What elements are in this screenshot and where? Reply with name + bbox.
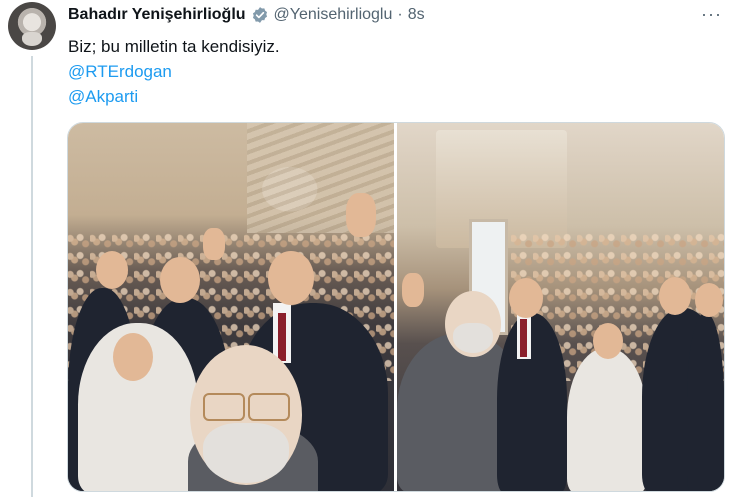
more-options-icon[interactable]: ··· [701, 4, 722, 25]
person-head [268, 251, 314, 305]
person-head [509, 278, 543, 318]
tweet-time[interactable]: 8s [408, 6, 425, 24]
thread-line [31, 56, 33, 497]
person-head [695, 283, 723, 317]
author-name[interactable]: Bahadır Yenişehirlioğlu [68, 6, 246, 24]
person-head [96, 251, 128, 289]
person-head [160, 257, 200, 303]
tweet[interactable]: Bahadır Yenişehirlioğlu @Yenisehirlioglu… [0, 0, 738, 497]
beard [203, 423, 289, 483]
glasses [248, 393, 290, 421]
person-figure [687, 313, 724, 491]
separator-dot: · [397, 6, 403, 23]
person-head [659, 277, 691, 315]
author-avatar[interactable] [8, 2, 56, 50]
beard [453, 323, 493, 353]
raised-hand [402, 273, 424, 307]
verified-badge-icon [251, 6, 269, 24]
raised-hand [203, 228, 225, 260]
tweet-text: Biz; bu milletin ta kendisiyiz. @RTErdog… [68, 34, 280, 109]
tie [278, 313, 286, 361]
mention-link[interactable]: @RTErdogan [68, 59, 280, 84]
raised-hand [346, 193, 376, 237]
author-handle[interactable]: @Yenisehirlioglu [274, 6, 393, 24]
glasses [203, 393, 245, 421]
tweet-header: Bahadır Yenişehirlioğlu @Yenisehirlioglu… [68, 4, 425, 26]
mention-link[interactable]: @Akparti [68, 84, 280, 109]
person-figure [497, 313, 567, 491]
person-head [593, 323, 623, 359]
person-head [113, 333, 153, 381]
person-figure [567, 348, 647, 491]
tweet-body: Biz; bu milletin ta kendisiyiz. [68, 37, 280, 56]
selfie-photo-right[interactable] [397, 123, 724, 491]
selfie-photo-left[interactable] [68, 123, 394, 491]
tie [520, 319, 527, 357]
media-grid [67, 122, 725, 492]
